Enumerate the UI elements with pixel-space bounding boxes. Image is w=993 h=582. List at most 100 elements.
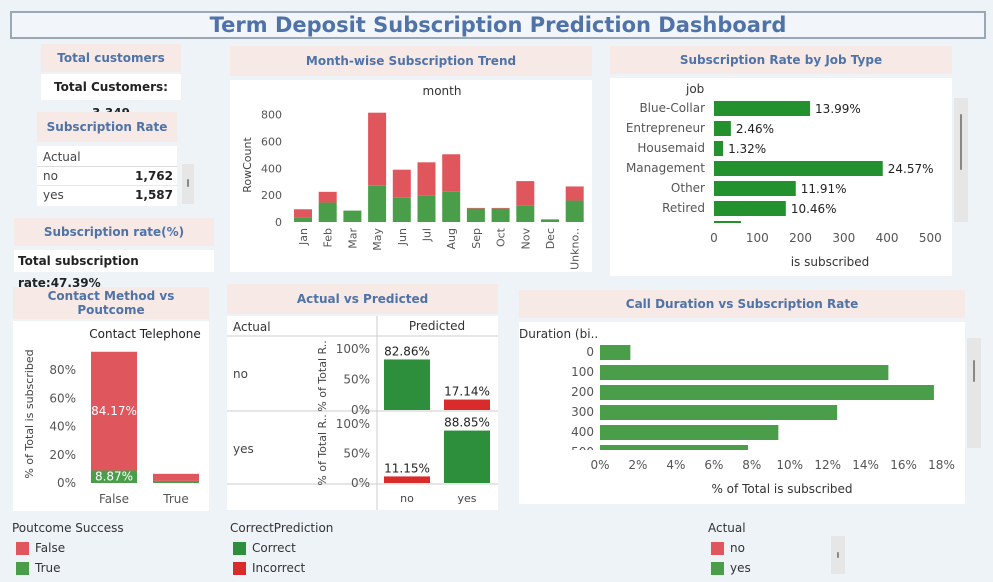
subscription-rate-row-value: 1,762 [135,169,173,183]
duration-x-tick: 8% [742,458,761,472]
contact-y-tick: 80% [49,363,76,377]
contact-bar-label: 84.17% [91,404,137,418]
duration-x-tick: 2% [628,458,647,472]
month-chart-title: Month-wise Subscription Trend [230,46,592,76]
contact-bar-false [153,473,199,481]
job-bar [714,121,731,136]
contact-y-tick: 60% [49,391,76,405]
contact-chart-header: Contact Telephone [89,327,200,341]
duration-bar [600,385,934,400]
month-bar-yes [318,202,337,222]
duration-chart-panel: Duration (bi.. 0 100 200 300 400 500 0% 2% 4% 6%… [519,322,965,504]
month-bar-no [516,181,535,206]
duration-category-label: 300 [571,405,594,419]
legend-item[interactable]: yes [708,558,828,578]
duration-chart-scrollbar[interactable] [967,338,981,448]
job-chart-svg: job Blue-Collar 13.99% Entrepreneur 2.46% Ho… [626,82,942,269]
duration-bar [600,365,889,380]
job-bar-label: 11.91% [801,182,847,196]
avp-col-label: no [400,492,414,505]
month-x-tick: Jan [297,228,310,246]
duration-x-tick: 14% [852,458,879,472]
subscription-rate-scrollbar[interactable] [182,164,194,204]
month-x-tick: Feb [322,228,335,247]
legend-swatch [16,562,29,575]
actual-legend-title: Actual [708,521,746,535]
subscription-rate-title: Subscription Rate [37,112,177,142]
job-chart-xlabel: is subscribed [791,255,870,269]
avp-bar [444,430,490,483]
legend-item-label: Correct [252,541,296,555]
job-x-tick: 100 [746,231,769,245]
duration-category-label: 100 [571,365,594,379]
legend-item[interactable]: True [12,558,212,578]
legend-scrollbar[interactable] [831,536,845,574]
contact-x-tick: True [162,492,189,506]
month-bar-yes [565,200,584,222]
subscription-rate-row-value: 1,587 [135,188,173,202]
duration-bar [600,345,631,360]
month-bar-yes [541,219,559,222]
total-customers-title: Total customers [41,44,181,72]
legend-item[interactable]: no [708,538,828,558]
job-bar-label: 1.32% [728,142,766,156]
avp-bar-label: 17.14% [444,385,490,399]
month-bar-yes [294,217,312,222]
avp-col-header: Predicted [409,319,465,333]
job-chart-title: Subscription Rate by Job Type [610,46,952,74]
job-chart-scrollbar[interactable] [954,98,968,222]
month-bar-yes [417,195,436,222]
duration-category-label: 0 [586,345,594,359]
job-category-label: Management [626,161,705,175]
month-chart-panel: month RowCount 800 600 400 200 0 Jan Feb Mar Ma… [230,80,592,272]
month-x-tick: Aug [445,228,458,249]
avp-bar-label: 88.85% [444,416,490,430]
month-bar-no [491,207,510,209]
legend-item-label: False [35,541,66,555]
poutcome-legend-title: Poutcome Success [12,521,124,535]
duration-category-label: 200 [571,385,594,399]
month-bar-no [294,209,312,218]
avp-y-tick: 0% [351,403,370,417]
legend-item-label: True [35,561,61,575]
subscription-rate-row-label: no [43,169,58,183]
month-bar-no [417,162,436,196]
contact-y-tick: 0% [57,476,76,490]
legend-item[interactable]: Incorrect [230,558,430,578]
job-bar [714,181,796,196]
duration-bar [600,425,779,440]
job-bar [714,161,883,176]
subscription-rate-table: Actual no 1,762 yes 1,587 [37,146,177,206]
legend-item[interactable]: Correct [230,538,430,558]
duration-x-tick: 16% [890,458,917,472]
subscription-pct-title: Subscription rate(%) [14,218,214,246]
duration-chart-svg: Duration (bi.. 0 100 200 300 400 500 0% 2% 4% 6%… [519,327,955,496]
prediction-legend: CorrectPrediction Correct Incorrect [230,518,430,578]
duration-category-label: 400 [571,425,594,439]
avp-bar-label: 11.15% [384,461,430,475]
job-category-label: Retired [662,201,705,215]
avp-row-label: no [233,367,248,381]
job-x-tick: 0 [710,231,718,245]
legend-swatch [711,542,724,555]
month-bar-yes [442,191,461,222]
job-category-label: Housemaid [637,141,705,155]
duration-x-tick: 10% [776,458,803,472]
job-category-label: Entrepreneur [626,121,705,135]
job-bar-label: 24.57% [888,162,934,176]
contact-chart-svg: Contact Telephone % of Total is subscrib… [23,327,201,506]
legend-item[interactable]: False [12,538,212,558]
month-chart-svg: month RowCount 800 600 400 200 0 Jan Feb Mar Ma… [241,84,584,270]
avp-bar [384,359,430,410]
legend-swatch [233,562,246,575]
job-bar [714,141,724,156]
duration-x-tick: 18% [928,458,955,472]
legend-swatch [16,542,29,555]
month-x-tick: Jun [396,228,409,246]
duration-x-tick: 6% [704,458,723,472]
month-chart-header: month [423,84,462,98]
month-x-tick: May [371,228,384,251]
job-bar-label: 2.46% [736,122,774,136]
contact-chart-ylabel: % of Total is subscribed [23,349,36,478]
month-x-tick: Jul [421,228,434,242]
